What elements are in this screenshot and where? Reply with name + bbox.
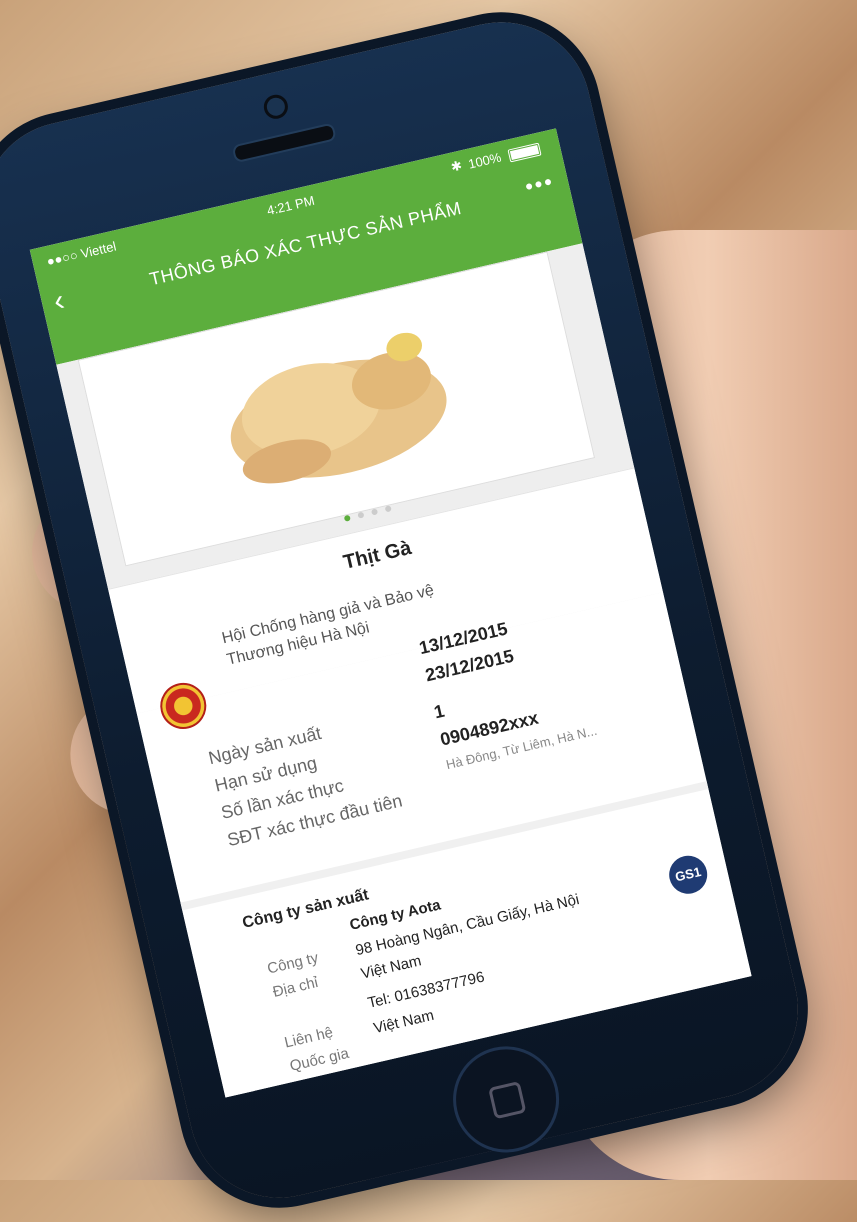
phone-screen: ●●○○ Viettel 4:21 PM ✱ 100% ‹ THÔNG BÁO …	[29, 128, 752, 1098]
contact-label: Liên hệ	[282, 1023, 335, 1052]
gs1-logo: GS1	[665, 851, 711, 898]
country-value: Việt Nam	[371, 1006, 436, 1038]
country-label: Quốc gia	[288, 1044, 351, 1075]
carousel-dot[interactable]	[357, 511, 365, 519]
address-value-line2: Việt Nam	[359, 952, 423, 983]
bluetooth-icon: ✱	[449, 157, 464, 175]
clock: 4:21 PM	[265, 192, 316, 219]
battery-icon	[507, 142, 542, 163]
battery-percent: 100%	[466, 149, 503, 172]
back-chevron-icon[interactable]: ‹	[50, 281, 87, 318]
chicken-image	[230, 332, 447, 484]
carousel-dot[interactable]	[370, 508, 379, 516]
verify-count-value: 1	[431, 700, 447, 723]
home-button[interactable]	[442, 1035, 570, 1163]
more-options-icon[interactable]: •••	[522, 169, 556, 201]
phone: ●●○○ Viettel 4:21 PM ✱ 100% ‹ THÔNG BÁO …	[0, 4, 816, 1216]
company-label: Công ty	[265, 949, 320, 978]
front-camera	[261, 92, 291, 122]
carousel-dot[interactable]	[384, 505, 392, 513]
address-label: Địa chỉ	[271, 974, 320, 1001]
earpiece-speaker	[231, 122, 337, 164]
home-square-icon	[488, 1080, 527, 1120]
carousel-dot[interactable]	[343, 514, 351, 522]
